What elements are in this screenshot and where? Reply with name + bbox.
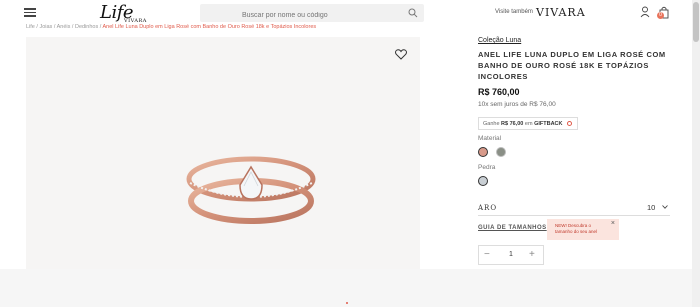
search-icon[interactable] (408, 8, 418, 18)
breadcrumb-item[interactable]: Joias (39, 24, 52, 30)
aro-label: ARO (478, 204, 498, 212)
breadcrumb: Life / Joias / Anéis / Dedinhos / Anel L… (26, 24, 317, 30)
product-title: ANEL LIFE LUNA DUPLO EM LIGA ROSÉ COM BA… (478, 50, 666, 81)
material-swatch-silver[interactable] (496, 147, 506, 157)
pedra-label: Pedra (478, 164, 496, 171)
tooltip-line2: tamanho do seu anel (555, 228, 598, 234)
visite-text: Visite também (495, 9, 533, 15)
breadcrumb-item[interactable]: Anéis (57, 24, 71, 30)
size-tooltip: NEW! Descubra o tamanho do seu anel × (547, 219, 619, 240)
giftback-label: GIFTBACK (534, 121, 563, 127)
life-logo[interactable]: Life VIVARA (100, 2, 146, 24)
decrease-button[interactable]: − (484, 249, 490, 260)
product-image[interactable] (176, 139, 326, 239)
quantity-stepper: − 1 + (478, 245, 544, 265)
giftback-badge: Ganhe R$ 76,00 em GIFTBACK (478, 117, 578, 130)
search-input[interactable] (200, 6, 390, 25)
footer-dot (346, 302, 348, 304)
menu-icon[interactable] (24, 8, 36, 17)
giftback-amount: R$ 76,00 (501, 121, 524, 127)
breadcrumb-current: Anel Life Luna Duplo em Liga Rosé com Ba… (102, 24, 317, 30)
chevron-down-icon[interactable] (662, 205, 668, 209)
cart-count-badge: 0 (657, 12, 664, 19)
collection-link[interactable]: Coleção Luna (478, 37, 521, 44)
user-icon[interactable] (640, 6, 650, 18)
quantity-value: 1 (509, 251, 513, 258)
breadcrumb-item[interactable]: Life (26, 24, 35, 30)
info-icon[interactable] (567, 121, 573, 126)
size-guide-link[interactable]: GUIA DE TAMANHOS (478, 225, 547, 231)
scrollbar[interactable] (692, 0, 700, 307)
product-image-panel (26, 37, 420, 269)
site-header: Life VIVARA Visite também VIVARA 0 (0, 0, 700, 25)
scrollbar-thumb[interactable] (693, 2, 699, 42)
close-icon[interactable]: × (611, 220, 615, 226)
material-swatch-rose[interactable] (478, 147, 488, 157)
search-bar (200, 4, 424, 25)
vivara-link[interactable]: VIVARA (536, 6, 586, 19)
increase-button[interactable]: + (529, 249, 535, 260)
pedra-swatch-topaz[interactable] (478, 176, 488, 186)
aro-select[interactable]: 10 (647, 203, 655, 212)
giftback-prefix: Ganhe (483, 121, 500, 127)
breadcrumb-item[interactable]: Dedinhos (75, 24, 98, 30)
divider (478, 215, 670, 216)
material-label: Material (478, 135, 502, 142)
product-price: R$ 760,00 (478, 87, 520, 97)
installments-text: 10x sem juros de R$ 76,00 (478, 101, 556, 108)
favorite-heart-icon[interactable] (395, 49, 407, 60)
giftback-mid: em (524, 121, 533, 127)
